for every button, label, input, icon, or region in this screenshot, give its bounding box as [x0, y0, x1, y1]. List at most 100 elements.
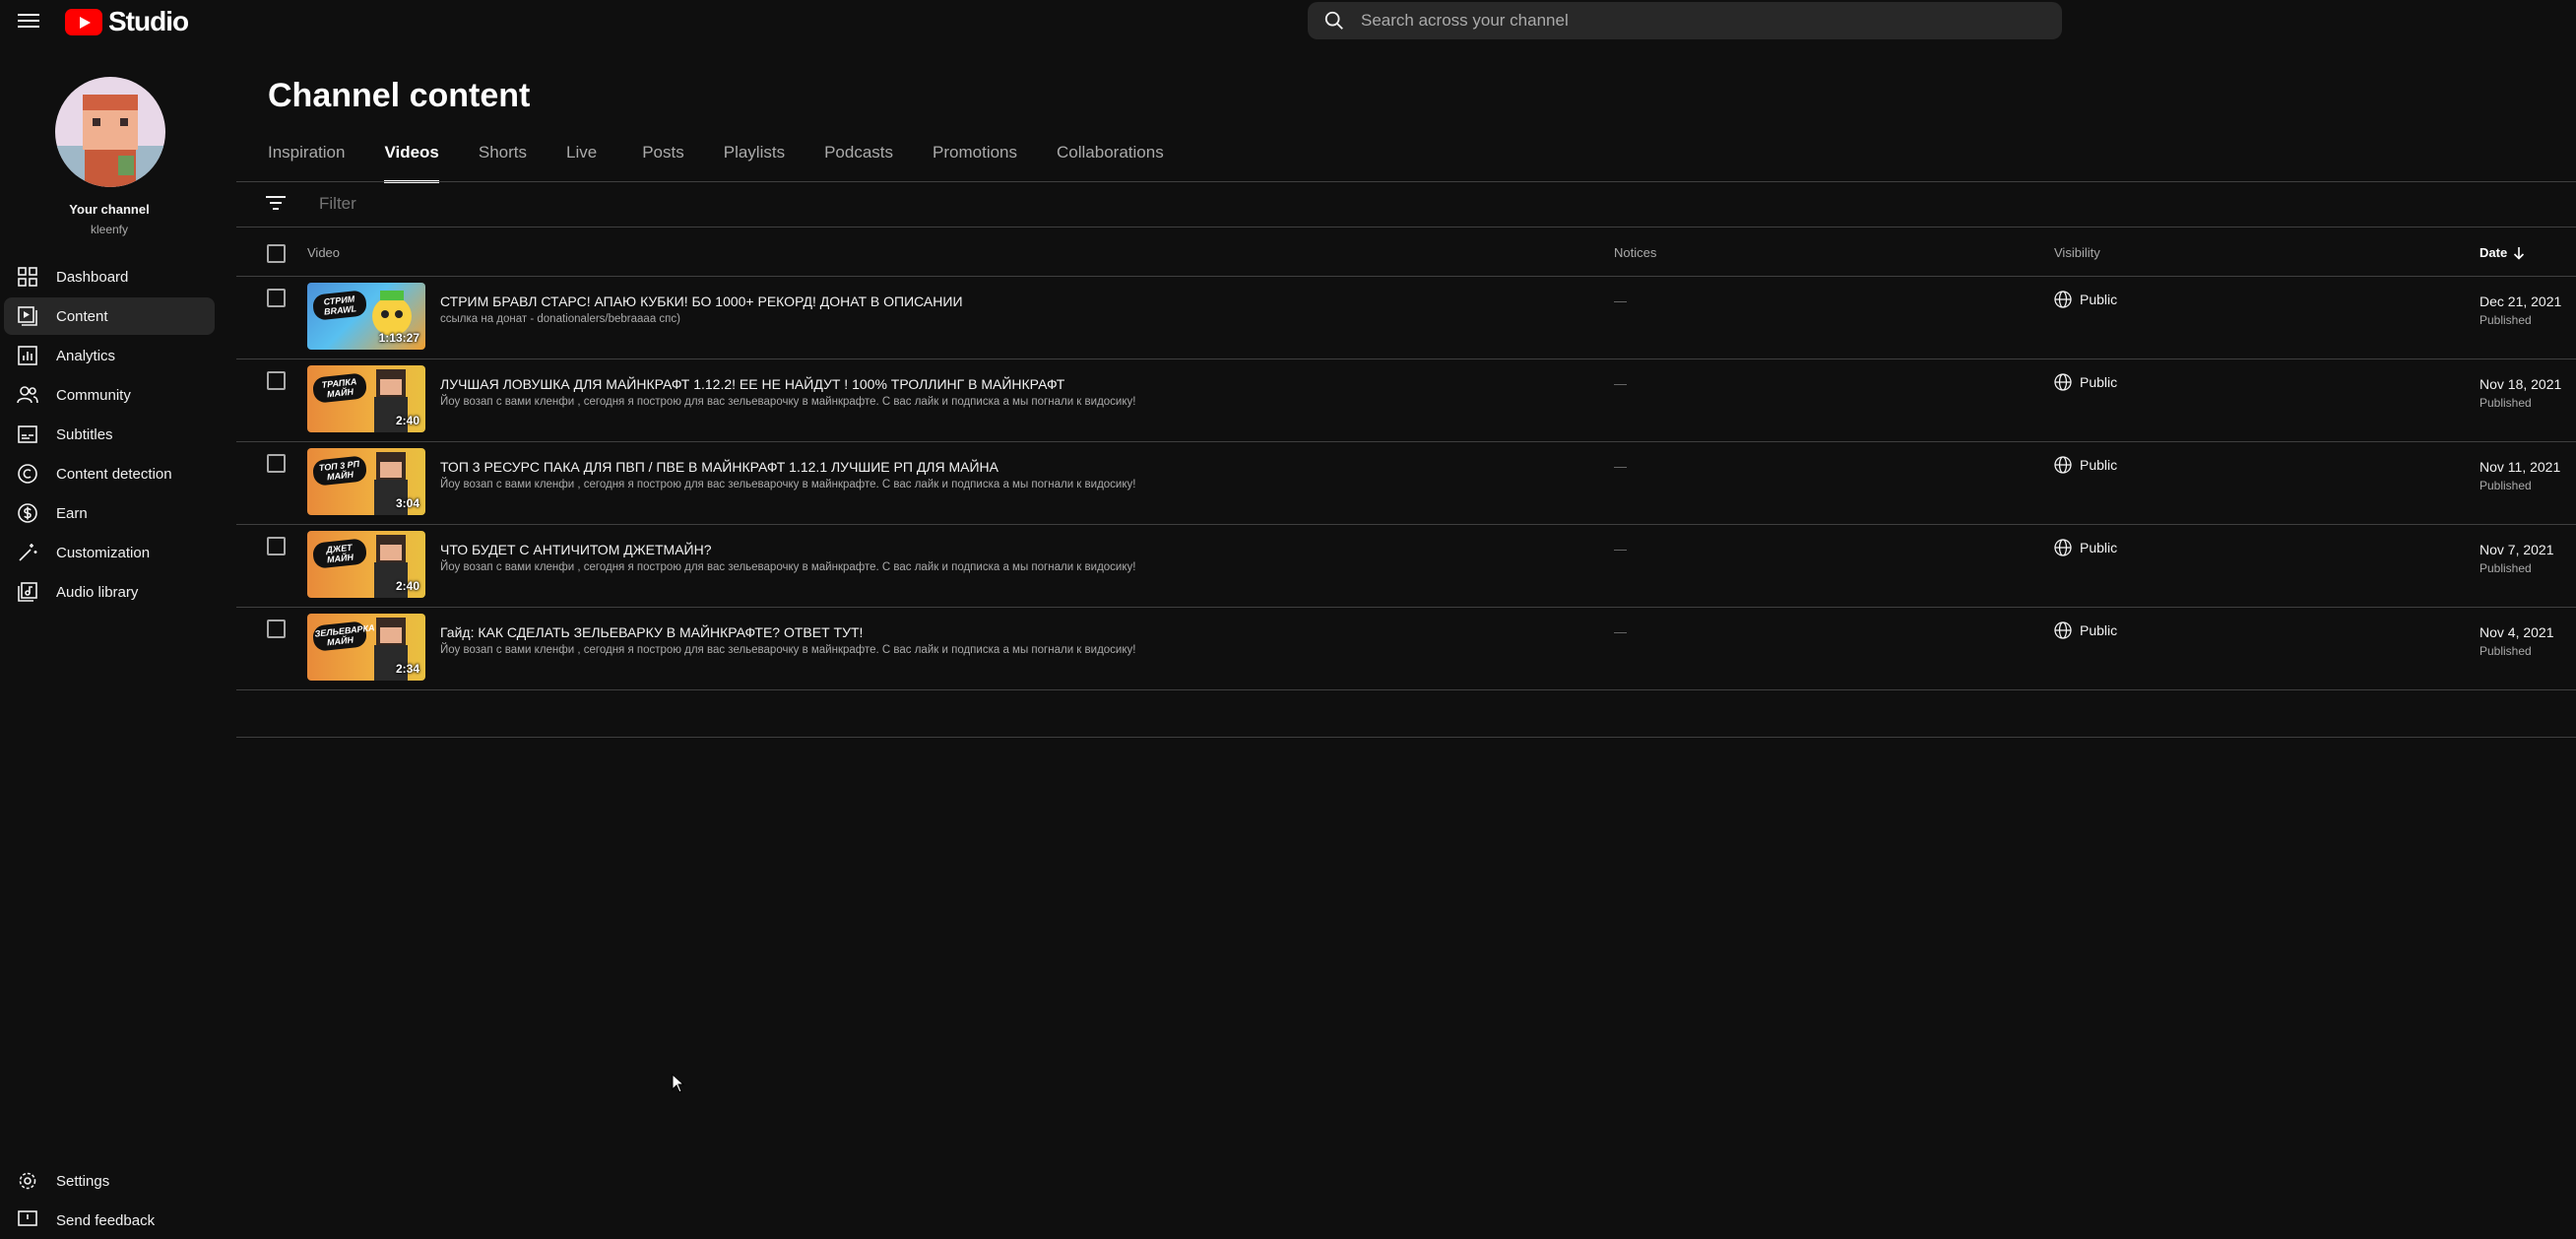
sidebar-item-community[interactable]: Community: [4, 376, 215, 414]
publish-status: Published: [2479, 644, 2532, 658]
video-title[interactable]: ЧТО БУДЕТ С АНТИЧИТОМ ДЖЕТМАЙН?: [440, 542, 712, 557]
video-date: Nov 11, 2021: [2479, 459, 2561, 475]
filter-input[interactable]: [317, 193, 912, 215]
sidebar-item-label: Content: [56, 307, 108, 325]
video-thumbnail[interactable]: ТОП 3 РП МАЙН 3:04: [307, 448, 425, 515]
notice-value: —: [1614, 376, 1627, 391]
video-date: Nov 4, 2021: [2479, 624, 2554, 640]
publish-status: Published: [2479, 313, 2532, 327]
visibility-label: Public: [2080, 540, 2118, 555]
sidebar-item-label: Settings: [56, 1172, 110, 1190]
logo-text: Studio: [108, 6, 189, 36]
sort-arrow-down-icon: [2514, 246, 2525, 260]
sidebar-item-settings[interactable]: Settings: [4, 1162, 215, 1200]
sidebar-item-content[interactable]: Content: [4, 297, 215, 335]
sidebar-item-label: Community: [56, 386, 131, 404]
tab-inspiration[interactable]: Inspiration: [268, 143, 345, 182]
thumbnail-tag: ТОП 3 РП МАЙН: [311, 455, 368, 487]
youtube-studio-logo[interactable]: Studio: [65, 6, 189, 37]
sidebar-item-label: Audio library: [56, 583, 139, 601]
publish-status: Published: [2479, 396, 2532, 410]
filter-icon[interactable]: [266, 195, 286, 216]
video-thumbnail[interactable]: СТРИМ BRAWL 1:13:27: [307, 283, 425, 350]
community-icon: [17, 384, 38, 406]
tab-shorts[interactable]: Shorts: [479, 143, 527, 182]
select-all-checkbox[interactable]: [267, 244, 286, 263]
tab-videos[interactable]: Videos: [384, 143, 440, 183]
tab-playlists[interactable]: Playlists: [724, 143, 785, 182]
avatar[interactable]: [55, 77, 165, 187]
dollar-icon: [17, 502, 38, 524]
channel-handle: kleenfy: [90, 223, 129, 236]
sidebar-item-analytics[interactable]: Analytics: [4, 337, 215, 374]
tab-collaborations[interactable]: Collaborations: [1057, 143, 1164, 182]
content-tabs: Inspiration Videos Shorts Live Posts Pla…: [268, 143, 1203, 183]
page-title: Channel content: [268, 77, 531, 114]
table-row[interactable]: ТРАПКА МАЙН 2:40 ЛУЧШАЯ ЛОВУШКА ДЛЯ МАЙН…: [236, 359, 2576, 441]
sidebar-item-content-detection[interactable]: Content detection: [4, 455, 215, 492]
thumbnail-tag: ДЖЕТ МАЙН: [311, 538, 368, 569]
publish-status: Published: [2479, 561, 2532, 575]
notice-value: —: [1614, 542, 1627, 556]
publish-status: Published: [2479, 479, 2532, 492]
table-row[interactable]: ТОП 3 РП МАЙН 3:04 ТОП 3 РЕСУРС ПАКА ДЛЯ…: [236, 442, 2576, 524]
search-bar[interactable]: [1308, 2, 2062, 39]
row-checkbox[interactable]: [267, 537, 286, 555]
notice-value: —: [1614, 459, 1627, 474]
video-title[interactable]: СТРИМ БРАВЛ СТАРС! АПАЮ КУБКИ! БО 1000+ …: [440, 293, 963, 309]
tab-posts[interactable]: Posts: [642, 143, 684, 182]
sidebar-item-earn[interactable]: Earn: [4, 494, 215, 532]
globe-icon: [2054, 621, 2072, 639]
visibility-label: Public: [2080, 622, 2118, 638]
video-title[interactable]: ЛУЧШАЯ ЛОВУШКА ДЛЯ МАЙНКРАФТ 1.12.2! ЕЕ …: [440, 376, 1064, 392]
video-title[interactable]: ТОП 3 РЕСУРС ПАКА ДЛЯ ПВП / ПВЕ В МАЙНКР…: [440, 459, 998, 475]
channel-label: Your channel: [69, 202, 150, 217]
table-row[interactable]: ДЖЕТ МАЙН 2:40 ЧТО БУДЕТ С АНТИЧИТОМ ДЖЕ…: [236, 525, 2576, 607]
video-duration: 1:13:27: [378, 331, 419, 345]
visibility-status[interactable]: Public: [2054, 291, 2117, 308]
visibility-status[interactable]: Public: [2054, 456, 2117, 474]
row-checkbox[interactable]: [267, 620, 286, 638]
sidebar-item-subtitles[interactable]: Subtitles: [4, 416, 215, 453]
video-duration: 2:40: [395, 579, 419, 593]
visibility-status[interactable]: Public: [2054, 373, 2117, 391]
row-checkbox[interactable]: [267, 454, 286, 473]
sidebar-item-send-feedback[interactable]: Send feedback: [4, 1202, 215, 1239]
tab-promotions[interactable]: Promotions: [933, 143, 1017, 182]
sidebar-item-customization[interactable]: Customization: [4, 534, 215, 571]
globe-icon: [2054, 373, 2072, 391]
youtube-play-icon: [65, 8, 102, 35]
sidebar-item-label: Customization: [56, 544, 151, 561]
visibility-status[interactable]: Public: [2054, 539, 2117, 556]
magic-wand-icon: [17, 542, 38, 563]
table-row[interactable]: ЗЕЛЬЕВАРКА МАЙН 2:34 Гайд: КАК СДЕЛАТЬ З…: [236, 608, 2576, 689]
visibility-label: Public: [2080, 292, 2118, 307]
tab-live[interactable]: Live: [566, 143, 597, 182]
visibility-status[interactable]: Public: [2054, 621, 2117, 639]
video-thumbnail[interactable]: ТРАПКА МАЙН 2:40: [307, 365, 425, 432]
sidebar-item-label: Subtitles: [56, 425, 113, 443]
column-header-notices: Notices: [1614, 245, 1657, 260]
sidebar-item-dashboard[interactable]: Dashboard: [4, 258, 215, 295]
row-checkbox[interactable]: [267, 371, 286, 390]
gear-icon: [17, 1170, 38, 1192]
search-input[interactable]: [1359, 10, 2003, 32]
table-row[interactable]: СТРИМ BRAWL 1:13:27 СТРИМ БРАВЛ СТАРС! А…: [236, 277, 2576, 359]
thumbnail-tag: ЗЕЛЬЕВАРКА МАЙН: [311, 620, 375, 652]
subtitles-icon: [17, 424, 38, 445]
video-duration: 2:40: [395, 414, 419, 427]
tab-podcasts[interactable]: Podcasts: [824, 143, 893, 182]
divider: [236, 181, 2576, 182]
video-thumbnail[interactable]: ЗЕЛЬЕВАРКА МАЙН 2:34: [307, 614, 425, 681]
globe-icon: [2054, 291, 2072, 308]
column-header-date[interactable]: Date: [2479, 245, 2525, 260]
video-title[interactable]: Гайд: КАК СДЕЛАТЬ ЗЕЛЬЕВАРКУ В МАЙНКРАФТ…: [440, 624, 863, 640]
sidebar-item-label: Content detection: [56, 465, 172, 483]
column-header-visibility: Visibility: [2054, 245, 2100, 260]
sidebar-item-audio-library[interactable]: Audio library: [4, 573, 215, 611]
globe-icon: [2054, 539, 2072, 556]
video-duration: 2:34: [395, 662, 419, 676]
menu-icon[interactable]: [18, 10, 39, 32]
row-checkbox[interactable]: [267, 289, 286, 307]
video-thumbnail[interactable]: ДЖЕТ МАЙН 2:40: [307, 531, 425, 598]
